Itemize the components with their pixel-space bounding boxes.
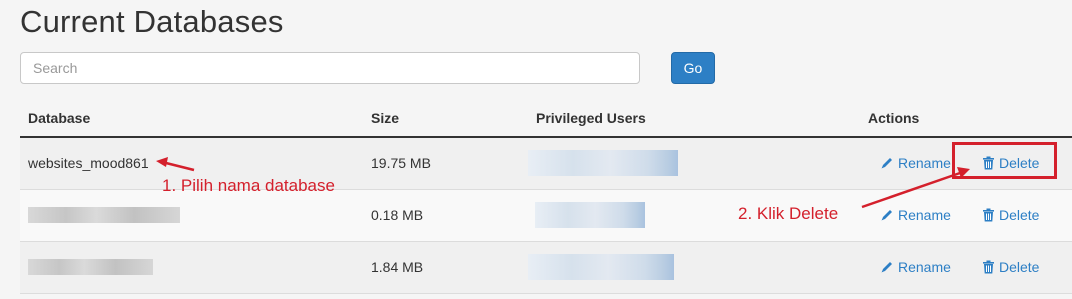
arrow-step2 — [861, 167, 970, 209]
arrow-step1 — [156, 157, 195, 172]
annotation-arrows — [156, 157, 970, 209]
